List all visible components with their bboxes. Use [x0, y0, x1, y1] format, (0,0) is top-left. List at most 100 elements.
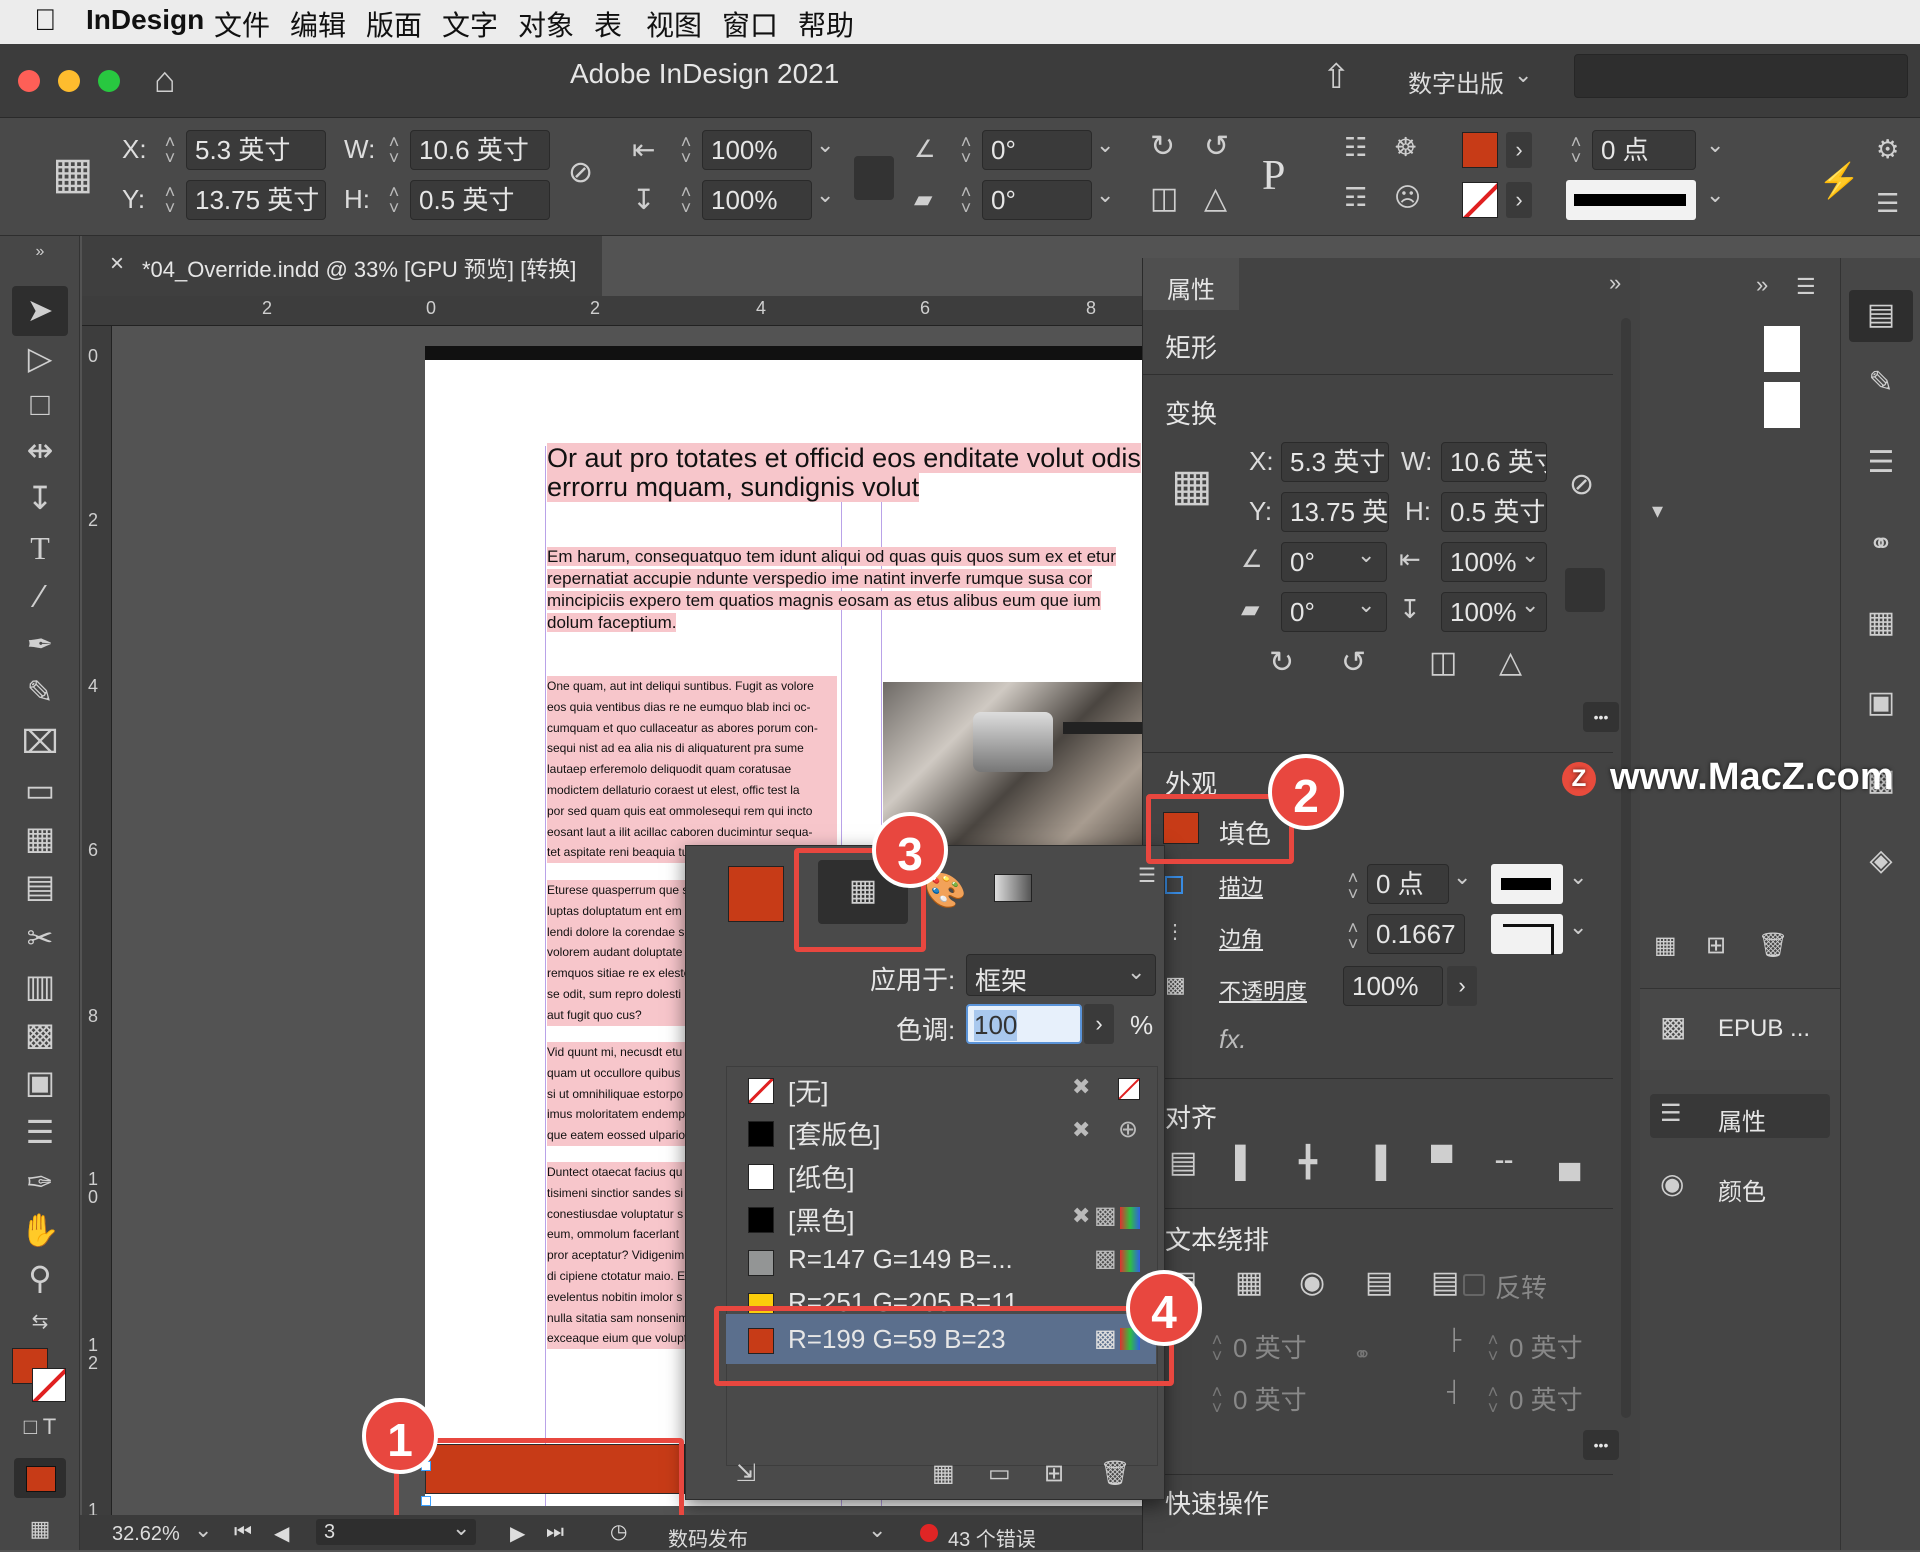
swatch-thumb[interactable]: [1764, 326, 1800, 372]
document-tab[interactable]: × *04_Override.indd @ 33% [GPU 预览] [转换]: [82, 236, 602, 296]
stroke-none-swatch[interactable]: [1462, 182, 1498, 218]
flip-horizontal-icon[interactable]: ◫: [1150, 184, 1178, 214]
gap-tool-icon[interactable]: ⇹: [0, 434, 80, 466]
share-icon[interactable]: ⇧: [1322, 60, 1351, 94]
stroke-style-field[interactable]: [1566, 180, 1696, 220]
line-tool-icon[interactable]: ∕: [0, 580, 80, 612]
table-tool-icon[interactable]: ▦: [0, 822, 80, 854]
swatch-thumb[interactable]: [1764, 382, 1800, 428]
stroke-style-dropdown[interactable]: ⌄: [1569, 864, 1587, 890]
rotate-ccw-icon[interactable]: ↺: [1341, 648, 1366, 678]
rotate-stepper[interactable]: ˄ ˅: [958, 133, 974, 167]
scale-y-dropdown[interactable]: ⌄: [1521, 592, 1539, 618]
layout-icon[interactable]: ▦: [1841, 608, 1920, 638]
align-top-icon[interactable]: ▀: [1431, 1148, 1452, 1178]
swatch-row-none[interactable]: [无] ✖: [726, 1068, 1156, 1110]
apply-to-select[interactable]: 框架 ⌄: [966, 954, 1156, 996]
swatch-row-registration[interactable]: [套版色] ✖ ⊕: [726, 1111, 1156, 1153]
pen-tool-icon[interactable]: ✒: [0, 628, 80, 660]
shear-field[interactable]: 0°: [982, 180, 1092, 220]
zoom-tool-icon[interactable]: ⚲: [0, 1262, 80, 1294]
zoom-window-button[interactable]: [98, 70, 120, 92]
x-field[interactable]: 5.3 英寸: [1281, 442, 1389, 482]
menu-type[interactable]: 文字: [442, 4, 498, 44]
menu-file[interactable]: 文件: [214, 4, 270, 44]
wrap-bottom-stepper[interactable]: ˄ ˅: [1209, 1383, 1225, 1417]
panel-scrollbar[interactable]: [1621, 318, 1631, 1418]
paragraph-styles-icon[interactable]: ✎: [1841, 368, 1920, 398]
rectangle-tool-icon[interactable]: ▭: [0, 774, 80, 806]
hand-tool-icon[interactable]: ✋: [0, 1214, 80, 1246]
menu-help[interactable]: 帮助: [798, 4, 854, 44]
align-middle-icon[interactable]: ╌: [1495, 1148, 1513, 1178]
scale-y-stepper[interactable]: ˄ ˅: [678, 183, 694, 217]
wrap-object-shape-icon[interactable]: ◉: [1299, 1268, 1325, 1298]
expand-panel-icon[interactable]: »: [1756, 274, 1768, 296]
gradient-swatch-tool-icon[interactable]: ▩: [0, 1018, 80, 1050]
popup-menu-icon[interactable]: ☰: [1138, 866, 1156, 886]
page-tool-icon[interactable]: □: [0, 388, 80, 420]
scale-y-field[interactable]: 100%: [702, 180, 812, 220]
w-stepper[interactable]: ˄ ˅: [386, 133, 402, 167]
note-tool-icon[interactable]: ☰: [0, 1116, 80, 1148]
flip-vertical-icon[interactable]: △: [1204, 184, 1227, 214]
default-fill-stroke-icon[interactable]: ⇆: [0, 1312, 80, 1332]
menu-table[interactable]: 表: [594, 4, 622, 44]
apple-icon[interactable]: : [34, 4, 57, 38]
align-center-icon[interactable]: ╋: [1299, 1148, 1317, 1178]
preflight-profile[interactable]: 数码发布: [668, 1523, 748, 1552]
wrap-left-stepper[interactable]: ˄ ˅: [1485, 1331, 1501, 1365]
opacity-menu-arrow[interactable]: ›: [1447, 966, 1477, 1006]
align-bottom-icon[interactable]: ▄: [1559, 1148, 1580, 1178]
w-field[interactable]: 10.6 英寸: [410, 130, 550, 170]
fill-color-swatch[interactable]: [1462, 132, 1498, 168]
collapse-panel-icon[interactable]: »: [1609, 272, 1621, 294]
grid-tool-icon[interactable]: ▤: [0, 870, 80, 902]
swatch-row-paper[interactable]: [纸色]: [726, 1154, 1156, 1196]
body-column-4[interactable]: Duntect otaecat facius qu tisimeni sinct…: [547, 1162, 687, 1350]
epub-panel-item[interactable]: ▩ EPUB ...: [1640, 988, 1840, 1070]
wrap-top-field[interactable]: 0 英寸: [1233, 1328, 1307, 1365]
flip-horizontal-icon[interactable]: ◫: [1429, 648, 1457, 678]
links-icon[interactable]: ⚭: [1841, 530, 1920, 560]
close-window-button[interactable]: [18, 70, 40, 92]
rotate-cw-icon[interactable]: ↻: [1150, 132, 1175, 162]
content-collector-icon[interactable]: ↧: [0, 482, 80, 514]
new-group-icon[interactable]: ▭: [988, 1462, 1011, 1486]
more-wrap-options-button[interactable]: •••: [1583, 1430, 1619, 1460]
first-page-icon[interactable]: ⏮: [234, 1521, 252, 1544]
pencil-tool-icon[interactable]: ✎: [0, 676, 80, 708]
stroke-weight-stepper[interactable]: ˄ ˅: [1568, 133, 1584, 167]
stroke-menu-arrow[interactable]: ›: [1506, 182, 1532, 218]
invert-checkbox[interactable]: [1463, 1274, 1485, 1296]
scale-x-stepper[interactable]: ˄ ˅: [678, 133, 694, 167]
previous-page-icon[interactable]: ◀: [274, 1521, 289, 1546]
scale-x-field[interactable]: 100%: [702, 130, 812, 170]
y-stepper[interactable]: ˄ ˅: [162, 183, 178, 217]
workspace-switcher[interactable]: 数字出版: [1408, 64, 1504, 99]
wrap-left-field[interactable]: 0 英寸: [1509, 1328, 1583, 1365]
profile-dropdown[interactable]: ⌄: [868, 1517, 886, 1543]
tint-menu-arrow[interactable]: ›: [1084, 1004, 1114, 1044]
wrap-top-stepper[interactable]: ˄ ˅: [1209, 1331, 1225, 1365]
stroke-style-field[interactable]: [1491, 864, 1563, 904]
search-input[interactable]: [1574, 54, 1908, 98]
corner-field[interactable]: 0.1667: [1367, 914, 1465, 954]
panel-dropdown[interactable]: ▾: [1652, 498, 1663, 524]
link-scale-icon[interactable]: [854, 156, 894, 200]
align-right-icon[interactable]: ▐: [1365, 1148, 1386, 1178]
menu-app[interactable]: InDesign: [86, 4, 204, 36]
selection-tool-icon[interactable]: ➤: [0, 294, 80, 326]
list-icon[interactable]: ☰: [1841, 448, 1920, 478]
select-container-icon[interactable]: ☷: [1344, 134, 1367, 160]
rotate-field[interactable]: 0°: [982, 130, 1092, 170]
wrap-jump-object-icon[interactable]: ▤: [1365, 1268, 1393, 1298]
home-icon[interactable]: ⌂: [154, 62, 176, 98]
link-scale-icon[interactable]: [1565, 568, 1605, 612]
gear-icon[interactable]: ⚙: [1876, 136, 1899, 162]
y-field[interactable]: 13.75 英寸: [186, 180, 326, 220]
rotate-dropdown[interactable]: ⌄: [1096, 132, 1114, 158]
layers-icon[interactable]: ◈: [1841, 846, 1920, 876]
more-options-button[interactable]: •••: [1583, 702, 1619, 732]
direct-selection-tool-icon[interactable]: ▷: [0, 342, 80, 374]
